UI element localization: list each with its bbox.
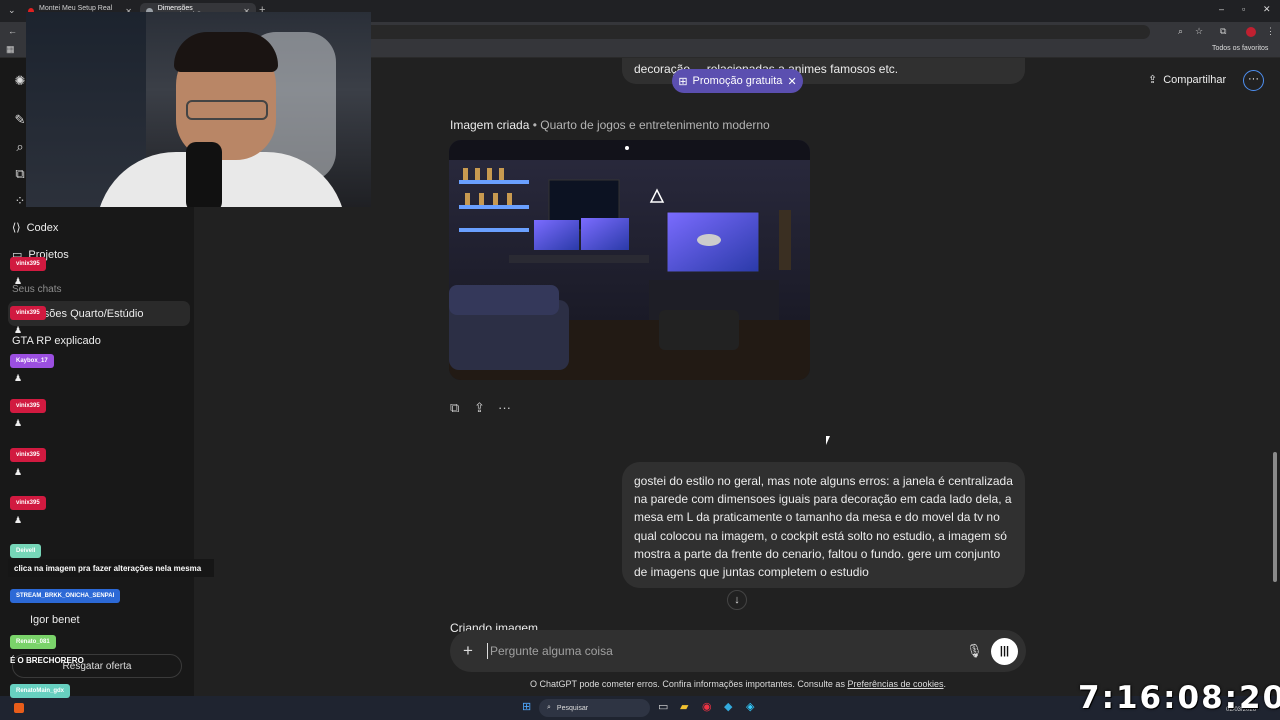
share-icon: ⇪ bbox=[1148, 74, 1158, 86]
promo-label: Promoção gratuita bbox=[692, 75, 783, 87]
webcam-overlay bbox=[26, 12, 371, 207]
disclaimer-text: O ChatGPT pode cometer erros. Confira in… bbox=[529, 679, 848, 689]
generated-image[interactable] bbox=[449, 140, 810, 380]
chat-user-badge: Kaybox_17 bbox=[10, 354, 54, 368]
windows-start-icon[interactable]: ⊞ bbox=[522, 700, 531, 713]
profile-avatar[interactable] bbox=[1246, 27, 1256, 37]
maximize-icon[interactable]: ▫ bbox=[1242, 4, 1245, 14]
sidebar-item-codex[interactable]: ⟨⟩ Codex bbox=[12, 221, 59, 235]
share-label: Compartilhar bbox=[1163, 73, 1227, 86]
zoom-icon[interactable]: ⌕ bbox=[1178, 26, 1183, 37]
apps-icon[interactable]: ▦ bbox=[6, 44, 15, 55]
chat-user-badge: vinix395 bbox=[10, 306, 46, 320]
more-icon[interactable]: ··· bbox=[498, 400, 511, 415]
share-button[interactable]: ⇪ Compartilhar bbox=[1148, 73, 1227, 87]
extensions-icon[interactable]: ⧉ bbox=[1220, 26, 1226, 37]
chat-user-badge: STREAM_BRKK_ONICHA_SENPAI bbox=[10, 589, 121, 603]
gift-icon: ⊞ bbox=[678, 75, 688, 88]
chat-user-badge: Deivell bbox=[10, 544, 42, 558]
close-window-icon[interactable]: ✕ bbox=[1263, 4, 1271, 15]
search-icon: ⌕ bbox=[547, 704, 551, 711]
user-message-bubble: gostei do estilo no geral, mas note algu… bbox=[622, 462, 1025, 588]
task-view-icon[interactable]: ▭ bbox=[658, 700, 668, 713]
scrollbar-thumb[interactable] bbox=[1273, 452, 1277, 582]
gaming-room-illustration bbox=[449, 140, 810, 380]
file-explorer-icon[interactable]: ▰ bbox=[680, 700, 688, 713]
webcam-glasses bbox=[186, 100, 268, 120]
attach-plus-icon[interactable]: + bbox=[463, 641, 473, 661]
chat-user-badge: Renato_081 bbox=[10, 635, 56, 649]
menu-icon[interactable]: ⋮ bbox=[1266, 26, 1275, 37]
close-icon[interactable]: ✕ bbox=[787, 75, 796, 88]
image-caption-title: Imagem criada bbox=[450, 118, 530, 132]
webcam-microphone bbox=[186, 142, 222, 207]
cookie-preferences-link[interactable]: Preferências de cookies bbox=[847, 679, 943, 689]
minimize-icon[interactable]: – bbox=[1219, 4, 1224, 14]
chat-emote-icon: ♟ bbox=[14, 325, 23, 335]
promo-pill[interactable]: ⊞ Promoção gratuita ✕ bbox=[672, 69, 803, 93]
voice-mode-button[interactable]: ||| bbox=[991, 638, 1018, 665]
stream-timer: 7:16:08:20 bbox=[1078, 680, 1280, 716]
more-options-button[interactable]: ··· bbox=[1243, 70, 1264, 91]
scroll-down-button[interactable]: ↓ bbox=[727, 590, 747, 610]
chat-emote-icon: ♟ bbox=[14, 373, 23, 383]
chat-emote-icon: ♟ bbox=[14, 418, 23, 428]
codex-icon: ⟨⟩ bbox=[12, 222, 21, 234]
bookmark-star-icon[interactable]: ☆ bbox=[1195, 26, 1203, 37]
chat-user-badge: RenatoMain_gdx bbox=[10, 684, 71, 698]
chrome-icon[interactable]: ◉ bbox=[702, 700, 712, 713]
image-caption-subtitle: • Quarto de jogos e entretenimento moder… bbox=[529, 118, 770, 132]
chat-emote-icon: ♟ bbox=[14, 276, 23, 286]
widgets-icon[interactable] bbox=[14, 703, 24, 713]
microphone-icon[interactable]: 🎙 bbox=[966, 643, 983, 659]
chat-item-label[interactable]: GTA RP explicado bbox=[12, 335, 101, 347]
webcam-person-hair bbox=[174, 32, 278, 72]
back-icon[interactable]: ← bbox=[8, 26, 17, 36]
steam-icon[interactable]: ◈ bbox=[746, 700, 754, 713]
chat-user-badge: vinix395 bbox=[10, 257, 46, 271]
disclaimer-end: . bbox=[943, 679, 947, 689]
chat-user-badge: vinix395 bbox=[10, 448, 46, 462]
share-image-icon[interactable]: ⇪ bbox=[474, 400, 485, 416]
tab-search-icon[interactable]: ⌄ bbox=[8, 5, 16, 16]
taskbar-search[interactable]: ⌕ Pesquisar bbox=[539, 699, 650, 717]
chat-emote-icon: ♟ bbox=[14, 515, 23, 525]
chat-emote-icon: ♟ bbox=[14, 467, 23, 477]
chat-message: É O BRECHORERO bbox=[10, 656, 84, 665]
image-caption: Imagem criada • Quarto de jogos e entret… bbox=[450, 118, 770, 132]
disclaimer: O ChatGPT pode cometer erros. Confira in… bbox=[450, 679, 1026, 689]
user-name[interactable]: Igor benet bbox=[30, 614, 80, 626]
taskbar-search-label: Pesquisar bbox=[556, 704, 589, 712]
sidebar-item-label: Codex bbox=[26, 221, 59, 234]
chat-user-badge: vinix395 bbox=[10, 399, 46, 413]
copy-icon[interactable]: ⧉ bbox=[450, 400, 459, 416]
prompt-input[interactable] bbox=[487, 643, 947, 659]
app-icon[interactable]: ◆ bbox=[724, 700, 732, 713]
chat-user-badge: vinix395 bbox=[10, 496, 46, 510]
all-bookmarks-folder[interactable]: Todos os favoritos bbox=[1212, 45, 1268, 52]
chat-message: clica na imagem pra fazer alterações nel… bbox=[8, 559, 214, 577]
mouse-cursor bbox=[826, 436, 834, 445]
